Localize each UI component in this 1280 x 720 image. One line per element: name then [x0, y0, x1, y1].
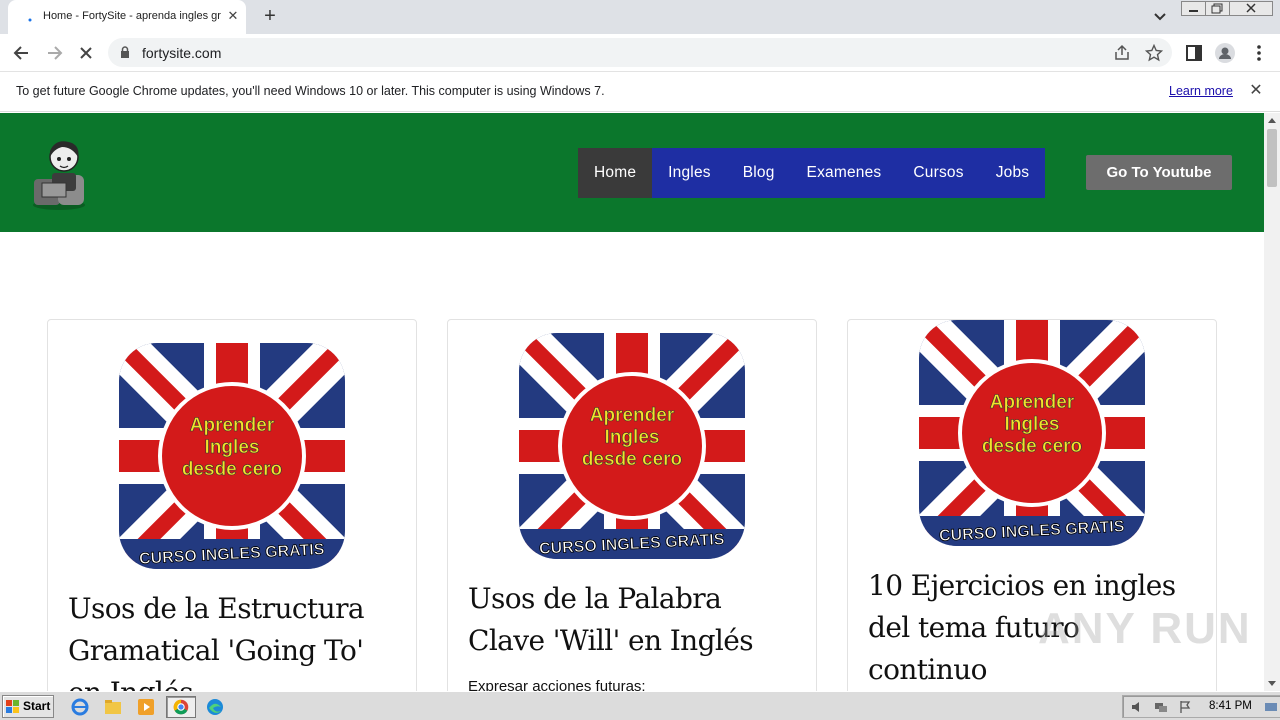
volume-icon[interactable]: [1130, 700, 1144, 714]
nav-examenes[interactable]: Examenes: [791, 148, 898, 198]
post-card[interactable]: Aprender Ingles desde cero CURSO INGLES …: [447, 319, 817, 691]
post-card[interactable]: Aprender Ingles desde cero CURSO INGLES …: [47, 319, 417, 691]
page-scrollbar[interactable]: [1264, 113, 1280, 691]
main-nav: Home Ingles Blog Examenes Cursos Jobs: [578, 148, 1046, 198]
menu-kebab-icon[interactable]: [1249, 43, 1269, 63]
back-arrow-icon[interactable]: [12, 43, 32, 63]
card-thumbnail[interactable]: Aprender Ingles desde cero CURSO INGLES …: [519, 333, 745, 559]
nav-blog[interactable]: Blog: [727, 148, 791, 198]
show-desktop-icon[interactable]: [1264, 700, 1278, 714]
taskbar-clock[interactable]: 8:41 PM: [1209, 700, 1252, 712]
minimize-button[interactable]: [1181, 1, 1206, 16]
nav-home[interactable]: Home: [578, 148, 653, 198]
stop-loading-icon[interactable]: [76, 43, 96, 63]
thumb-line2: Ingles: [1005, 414, 1060, 435]
thumb-line3: desde cero: [582, 449, 682, 470]
thumb-line2: Ingles: [205, 437, 260, 458]
browser-tab[interactable]: Home - FortySite - aprenda ingles gr ✕: [8, 0, 246, 34]
lock-icon[interactable]: [120, 46, 130, 58]
start-label: Start: [23, 699, 51, 713]
scroll-down-arrow-icon[interactable]: [1268, 681, 1276, 686]
bookmark-star-icon[interactable]: [1145, 44, 1163, 62]
tab-title: Home - FortySite - aprenda ingles gr: [43, 10, 221, 22]
start-button[interactable]: Start: [2, 695, 54, 718]
nav-jobs[interactable]: Jobs: [980, 148, 1046, 198]
infobar-message: To get future Google Chrome updates, you…: [16, 84, 605, 98]
infobar-close-icon[interactable]: ✕: [1247, 82, 1265, 100]
post-title[interactable]: Usos de la Palabra Clave 'Will' en Inglé…: [468, 578, 803, 662]
learn-more-link[interactable]: Learn more: [1169, 84, 1233, 98]
ie-icon[interactable]: [68, 696, 92, 718]
card-thumbnail[interactable]: Aprender Ingles desde cero CURSO INGLES …: [119, 343, 345, 569]
thumb-line2: Ingles: [605, 427, 660, 448]
explorer-icon[interactable]: [101, 696, 125, 718]
thumb-line1: Aprender: [990, 392, 1075, 413]
share-icon[interactable]: [1113, 44, 1131, 62]
new-tab-button[interactable]: +: [258, 5, 282, 29]
network-icon[interactable]: [1154, 700, 1168, 714]
forward-arrow-icon[interactable]: [44, 43, 64, 63]
edge-icon[interactable]: [203, 696, 227, 718]
card-thumbnail[interactable]: Aprender Ingles desde cero CURSO INGLES …: [919, 320, 1145, 546]
loading-spinner-icon: [28, 18, 32, 22]
close-window-button[interactable]: [1229, 1, 1273, 16]
thumb-line3: desde cero: [182, 459, 282, 480]
restore-button[interactable]: [1205, 1, 1230, 16]
site-logo[interactable]: [28, 135, 90, 211]
update-infobar: To get future Google Chrome updates, you…: [0, 72, 1280, 112]
thumb-line1: Aprender: [190, 415, 275, 436]
thumb-line3: desde cero: [982, 436, 1082, 457]
action-center-flag-icon[interactable]: [1178, 700, 1192, 714]
scroll-up-arrow-icon[interactable]: [1268, 118, 1276, 123]
browser-toolbar: fortysite.com: [0, 34, 1280, 72]
nav-cursos[interactable]: Cursos: [897, 148, 979, 198]
scroll-thumb[interactable]: [1267, 129, 1277, 187]
anyrun-watermark: ANY RUN: [1038, 604, 1252, 653]
tab-close-icon[interactable]: ✕: [225, 8, 241, 24]
tab-strip: Home - FortySite - aprenda ingles gr ✕ +: [0, 0, 1280, 34]
window-controls: [1181, 1, 1273, 17]
address-bar[interactable]: fortysite.com: [108, 38, 1172, 67]
post-title[interactable]: Usos de la Estructura Gramatical 'Going …: [68, 588, 403, 691]
windows-taskbar: Start 8:41 PM: [0, 691, 1280, 720]
thumb-line1: Aprender: [590, 405, 675, 426]
tab-search-chevron-icon[interactable]: [1150, 8, 1170, 26]
site-header: Home Ingles Blog Examenes Cursos Jobs Go…: [0, 113, 1264, 232]
windows-logo-icon: [6, 700, 19, 713]
nav-ingles[interactable]: Ingles: [652, 148, 727, 198]
media-player-icon[interactable]: [134, 696, 158, 718]
chrome-icon[interactable]: [166, 696, 196, 718]
system-tray: 8:41 PM: [1122, 695, 1280, 718]
go-to-youtube-button[interactable]: Go To Youtube: [1086, 155, 1232, 190]
post-excerpt: Expresar acciones futuras:: [468, 678, 646, 691]
url-text[interactable]: fortysite.com: [142, 45, 221, 61]
side-panel-icon[interactable]: [1184, 43, 1204, 63]
profile-avatar-icon[interactable]: [1215, 43, 1235, 63]
